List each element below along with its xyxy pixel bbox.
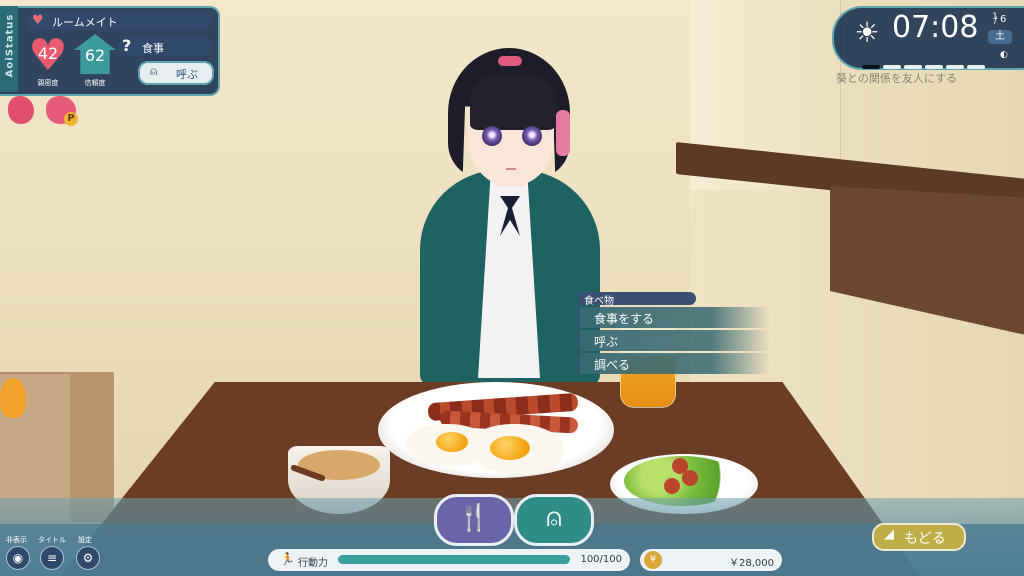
affection-value: 42 <box>37 44 59 63</box>
stomach-icon <box>8 96 34 124</box>
menu-item-examine[interactable]: 調べる <box>580 353 770 374</box>
money-value: ￥28,000 <box>729 558 774 569</box>
clock-time: 07:08 <box>892 10 979 45</box>
need-pill: ? 食事 <box>118 36 212 56</box>
stomach-points-icon: P <box>46 96 78 126</box>
menu-item-eat[interactable]: 食事をする <box>580 307 770 328</box>
service-bell-icon: ⍝ <box>150 64 158 78</box>
trust-label: 信頼度 <box>84 79 106 87</box>
call-button[interactable]: ⍝ 呼ぶ <box>138 61 214 85</box>
menu-header-label: 食べ物 <box>584 296 614 307</box>
hide-ui-label: 非表示 <box>6 536 27 544</box>
hair-highlight <box>498 56 522 66</box>
menu-item-call[interactable]: 呼ぶ <box>580 330 770 351</box>
settings-label: 設定 <box>78 536 92 544</box>
goal-text: 葵との関係を友人にする <box>836 72 957 85</box>
action-points-label: 行動力 <box>298 558 328 569</box>
sun-icon: ☀ <box>854 16 880 49</box>
clock-day: 6 <box>1000 14 1007 25</box>
time-block <box>946 65 964 69</box>
call-button-label: 呼ぶ <box>176 68 198 81</box>
gear-icon[interactable]: ⚙ <box>76 546 100 570</box>
action-points-fill <box>338 555 570 564</box>
character-mouth <box>506 168 516 170</box>
moon-icon: ◐ <box>1000 50 1008 60</box>
back-button[interactable]: ◢ もどる <box>872 523 966 551</box>
time-block <box>967 65 985 69</box>
call-staff-button[interactable]: ⍝ <box>514 494 594 546</box>
need-text: 食事 <box>142 42 164 55</box>
character-eye-right <box>522 126 542 146</box>
tomato <box>664 478 680 494</box>
time-block <box>883 65 901 69</box>
status-tab[interactable]: AoiStatus <box>0 6 18 92</box>
rubber-duck-figure <box>0 378 26 418</box>
relation-label: ルームメイト <box>52 16 118 29</box>
title-label: タイトル <box>38 536 66 544</box>
relation-pill: ♥ ルームメイト <box>26 12 212 30</box>
back-button-label: もどる <box>904 531 946 547</box>
eat-button[interactable]: 🍴 <box>434 494 514 546</box>
service-bell-icon: ⍝ <box>546 503 562 533</box>
time-block <box>862 65 880 69</box>
menu-icon[interactable]: ≡ <box>40 546 64 570</box>
time-of-day-bar <box>862 54 992 69</box>
heart-icon: ♥ <box>32 13 44 28</box>
trust-value: 62 <box>84 46 106 65</box>
fork-spoon-icon: 🍴 <box>457 503 491 533</box>
back-arrow-icon: ◢ <box>884 527 894 542</box>
time-block <box>925 65 943 69</box>
character-bangs <box>470 74 556 130</box>
egg-yolk <box>436 432 468 452</box>
affection-label: 親密度 <box>37 79 59 87</box>
egg-yolk <box>490 436 530 460</box>
question-icon: ? <box>122 36 132 55</box>
time-block <box>904 65 922 69</box>
status-tab-label: AoiStatus <box>4 13 16 78</box>
character-eye-left <box>482 126 502 146</box>
runner-icon: 🏃 <box>280 552 295 566</box>
eye-icon[interactable]: ◉ <box>6 546 30 570</box>
tomato <box>682 470 698 486</box>
menu-item-label: 調べる <box>594 358 631 372</box>
menu-item-label: 呼ぶ <box>594 335 619 349</box>
clock-weekday: 土 <box>988 30 1012 44</box>
menu-item-label: 食事をする <box>594 312 655 326</box>
hair-highlight <box>556 110 570 156</box>
action-points-value: 100/100 <box>580 554 622 565</box>
coin-icon: ¥ <box>644 551 662 569</box>
menu-header: 食べ物 <box>578 292 696 307</box>
